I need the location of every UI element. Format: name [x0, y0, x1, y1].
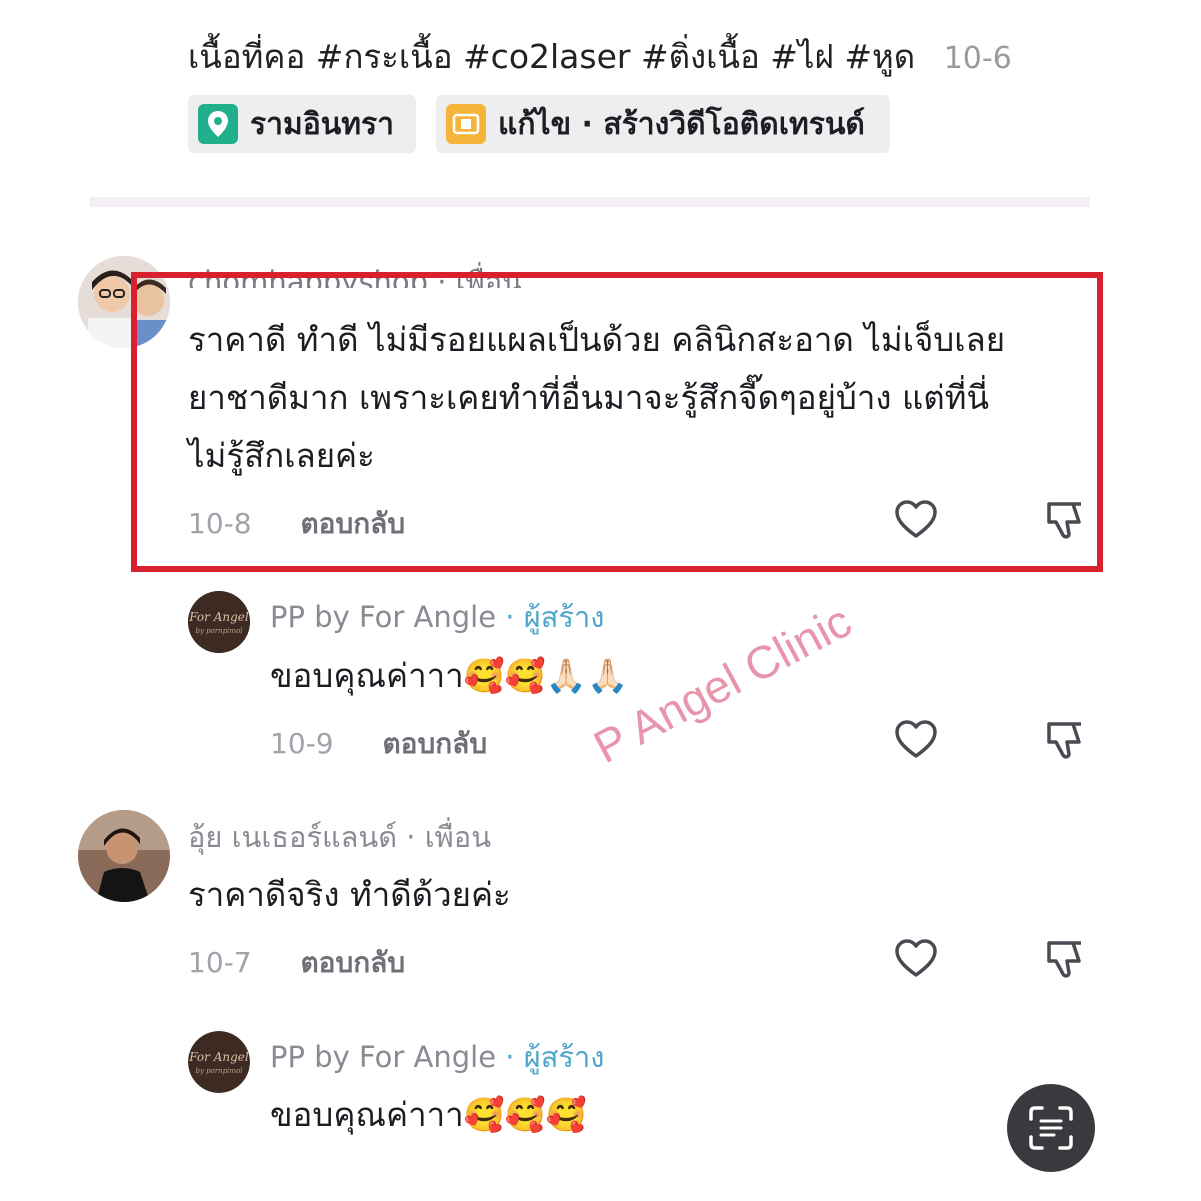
comment-meta: 10-9 ตอบกลับ [270, 722, 487, 766]
comment-username[interactable]: อุ้ย เนเธอร์แลนด์ · เพื่อน [188, 814, 491, 860]
avatar[interactable] [78, 810, 170, 902]
comment-text: ขอบคุณค่าาา🥰🥰🥰 [270, 1095, 587, 1134]
reply-button[interactable]: ตอบกลับ [300, 946, 405, 979]
caption-date: 10-6 [943, 41, 1012, 76]
svg-text:by pornpimol: by pornpimol [195, 627, 242, 635]
comment-text: ขอบคุณค่าาา🥰🥰🙏🏻🙏🏻 [270, 656, 629, 695]
svg-text:For Angel: For Angel [188, 1050, 249, 1064]
highlight-box [131, 272, 1103, 572]
heart-icon[interactable] [894, 937, 938, 981]
location-chip[interactable]: รามอินทรา [188, 95, 416, 153]
dislike-icon[interactable] [1043, 718, 1087, 762]
scan-text-icon [1029, 1106, 1073, 1150]
creator-badge: · ผู้สร้าง [505, 1040, 605, 1074]
svg-text:by pornpimol: by pornpimol [195, 1067, 242, 1075]
section-divider [90, 197, 1090, 207]
comment-date: 10-9 [270, 727, 334, 760]
creator-badge: · ผู้สร้าง [505, 600, 605, 634]
comment-username[interactable]: PP by For Angle [270, 1040, 496, 1074]
avatar[interactable]: For Angel by pornpimol [188, 591, 250, 653]
dislike-icon[interactable] [1043, 937, 1087, 981]
film-icon [446, 104, 486, 144]
caption-text: เนื้อที่คอ #กระเนื้อ #co2laser #ติ่งเนื้… [188, 37, 916, 76]
comment-username-row: PP by For Angle · ผู้สร้าง [270, 594, 604, 640]
trend-video-chip[interactable]: แก้ไข · สร้างวิดีโอติดเทรนด์ [436, 95, 890, 153]
reply-button[interactable]: ตอบกลับ [382, 727, 487, 760]
comment-meta: 10-7 ตอบกลับ [188, 941, 405, 985]
heart-icon[interactable] [894, 718, 938, 762]
comment-username-row: PP by For Angle · ผู้สร้าง [270, 1034, 604, 1080]
comment-date: 10-7 [188, 946, 252, 979]
comment-text: ราคาดีจริง ทำดีด้วยค่ะ [188, 875, 511, 914]
comment-username[interactable]: PP by For Angle [270, 600, 496, 634]
avatar[interactable]: For Angel by pornpimol [188, 1031, 250, 1093]
scan-text-button[interactable] [1007, 1084, 1095, 1172]
location-pin-icon [198, 104, 238, 144]
post-caption: เนื้อที่คอ #กระเนื้อ #co2laser #ติ่งเนื้… [188, 30, 1012, 83]
svg-text:For Angel: For Angel [188, 610, 249, 624]
trend-video-label: แก้ไข · สร้างวิดีโอติดเทรนด์ [498, 106, 865, 142]
location-label: รามอินทรา [250, 106, 394, 142]
